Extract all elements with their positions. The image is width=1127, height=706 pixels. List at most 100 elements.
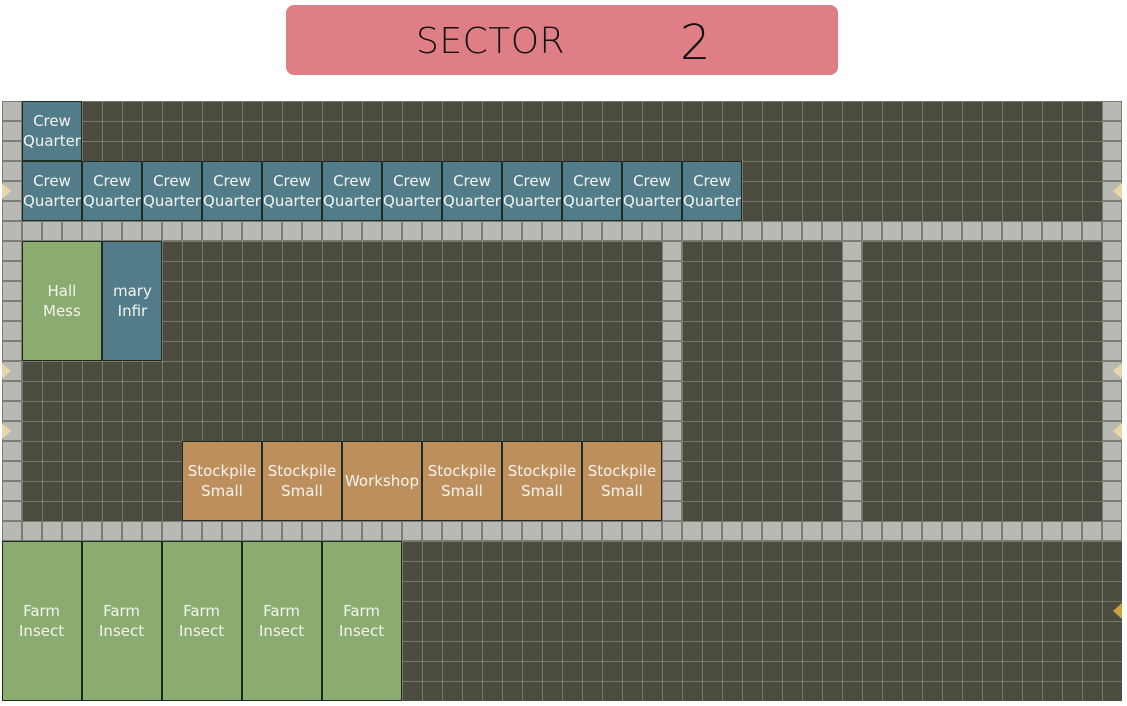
corridor-tile[interactable] [462,521,482,541]
corridor-tile[interactable] [1102,101,1122,121]
corridor-tile[interactable] [102,521,122,541]
corridor-tile[interactable] [522,221,542,241]
room-crew-quarter[interactable]: Crew Quarter [442,161,502,221]
corridor-tile[interactable] [942,521,962,541]
corridor-tile[interactable] [1102,141,1122,161]
corridor-tile[interactable] [662,461,682,481]
corridor-tile[interactable] [1102,501,1122,521]
corridor-tile[interactable] [1102,341,1122,361]
corridor-tile[interactable] [662,301,682,321]
corridor-tile[interactable] [662,401,682,421]
corridor-tile[interactable] [662,421,682,441]
corridor-tile[interactable] [842,381,862,401]
corridor-tile[interactable] [622,221,642,241]
corridor-tile[interactable] [302,521,322,541]
room-crew-quarter[interactable]: Crew Quarter [22,101,82,161]
corridor-tile[interactable] [782,221,802,241]
corridor-tile[interactable] [702,221,722,241]
corridor-tile[interactable] [822,521,842,541]
corridor-tile[interactable] [842,341,862,361]
corridor-tile[interactable] [862,221,882,241]
corridor-tile[interactable] [182,221,202,241]
corridor-tile[interactable] [2,521,22,541]
room-crew-quarter[interactable]: Crew Quarter [562,161,622,221]
corridor-tile[interactable] [242,221,262,241]
corridor-tile[interactable] [482,221,502,241]
room-crew-quarter[interactable]: Crew Quarter [622,161,682,221]
corridor-tile[interactable] [962,521,982,541]
corridor-tile[interactable] [382,521,402,541]
corridor-tile[interactable] [222,221,242,241]
room-stockpile-small[interactable]: Stockpile Small [502,441,582,521]
corridor-tile[interactable] [2,221,22,241]
door-marker-icon[interactable] [2,183,11,199]
corridor-tile[interactable] [1102,121,1122,141]
corridor-tile[interactable] [1102,401,1122,421]
corridor-tile[interactable] [62,521,82,541]
corridor-tile[interactable] [962,221,982,241]
corridor-tile[interactable] [1102,221,1122,241]
corridor-tile[interactable] [842,441,862,461]
corridor-tile[interactable] [2,461,22,481]
corridor-tile[interactable] [422,521,442,541]
room-crew-quarter[interactable]: Crew Quarter [22,161,82,221]
corridor-tile[interactable] [2,401,22,421]
corridor-tile[interactable] [222,521,242,541]
corridor-tile[interactable] [322,221,342,241]
corridor-tile[interactable] [862,521,882,541]
corridor-tile[interactable] [602,521,622,541]
room-insect-farm[interactable]: Insect Farm [2,541,82,701]
corridor-tile[interactable] [562,521,582,541]
corridor-tile[interactable] [722,521,742,541]
corridor-tile[interactable] [2,121,22,141]
corridor-tile[interactable] [902,521,922,541]
corridor-tile[interactable] [2,241,22,261]
corridor-tile[interactable] [1102,441,1122,461]
room-crew-quarter[interactable]: Crew Quarter [382,161,442,221]
corridor-tile[interactable] [102,221,122,241]
corridor-tile[interactable] [802,521,822,541]
corridor-tile[interactable] [362,221,382,241]
base-map-grid[interactable]: Crew Quarter Crew Quarter Crew Quarter Crew Qua… [2,101,1122,701]
corridor-tile[interactable] [902,221,922,241]
room-insect-farm[interactable]: Insect Farm [322,541,402,701]
corridor-tile[interactable] [842,221,862,241]
room-mess-hall[interactable]: Mess Hall [22,241,102,361]
corridor-tile[interactable] [642,221,662,241]
room-crew-quarter[interactable]: Crew Quarter [202,161,262,221]
door-marker-icon[interactable] [1113,363,1122,379]
corridor-tile[interactable] [262,221,282,241]
room-crew-quarter[interactable]: Crew Quarter [262,161,322,221]
corridor-tile[interactable] [302,221,322,241]
corridor-tile[interactable] [362,521,382,541]
corridor-tile[interactable] [842,501,862,521]
corridor-tile[interactable] [1082,221,1102,241]
corridor-tile[interactable] [742,521,762,541]
corridor-tile[interactable] [1082,521,1102,541]
corridor-tile[interactable] [662,521,682,541]
room-insect-farm[interactable]: Insect Farm [242,541,322,701]
corridor-tile[interactable] [882,521,902,541]
door-marker-icon[interactable] [2,363,11,379]
corridor-tile[interactable] [2,501,22,521]
corridor-tile[interactable] [842,261,862,281]
corridor-tile[interactable] [342,221,362,241]
corridor-tile[interactable] [1102,461,1122,481]
corridor-tile[interactable] [842,301,862,321]
corridor-tile[interactable] [482,521,502,541]
door-marker-icon[interactable] [2,423,11,439]
corridor-tile[interactable] [762,221,782,241]
corridor-tile[interactable] [662,501,682,521]
corridor-tile[interactable] [1102,281,1122,301]
corridor-tile[interactable] [202,521,222,541]
corridor-tile[interactable] [1062,521,1082,541]
corridor-tile[interactable] [122,521,142,541]
corridor-tile[interactable] [782,521,802,541]
corridor-tile[interactable] [122,221,142,241]
door-marker-icon[interactable] [1113,603,1122,619]
corridor-tile[interactable] [742,221,762,241]
corridor-tile[interactable] [1062,221,1082,241]
door-marker-icon[interactable] [1113,183,1122,199]
corridor-tile[interactable] [662,441,682,461]
corridor-tile[interactable] [662,341,682,361]
